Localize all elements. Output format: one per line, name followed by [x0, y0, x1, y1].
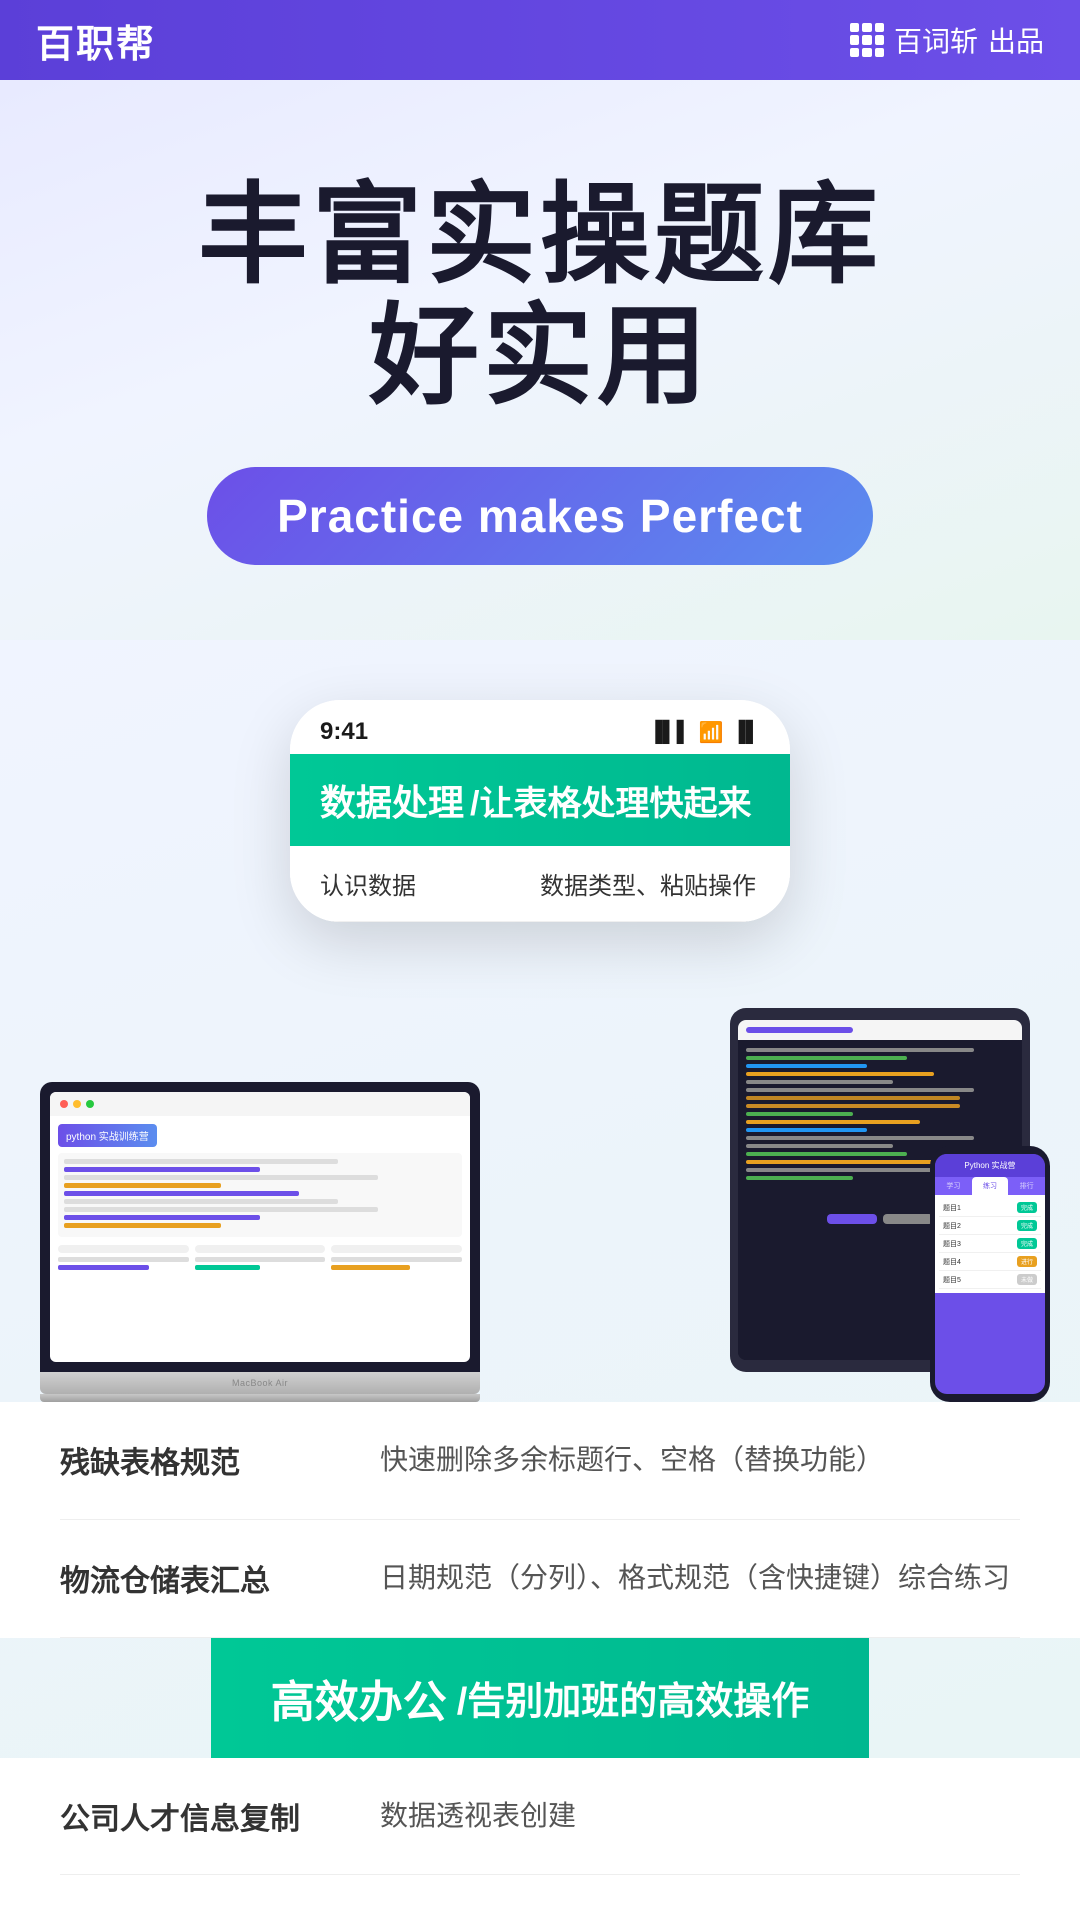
list-item: 题目1 完成	[939, 1199, 1041, 1217]
brand-grid-icon	[850, 23, 884, 57]
sp-row-label: 题目3	[943, 1239, 961, 1249]
sp-row-badge: 进行	[1017, 1256, 1037, 1267]
brand-suffix: 出品	[988, 20, 1044, 60]
small-phone-tabs: 学习 练习 排行	[935, 1177, 1045, 1195]
logo: 百职帮	[36, 13, 156, 68]
list-item: 题目5 未做	[939, 1271, 1041, 1289]
sp-tab-1[interactable]: 学习	[935, 1177, 972, 1195]
sp-row-label: 题目4	[943, 1257, 961, 1267]
sp-row-badge: 未做	[1017, 1274, 1037, 1285]
wifi-icon: 📶	[699, 720, 724, 745]
small-phone-mockup: Python 实战营 学习 练习 排行 题目1 完成 题目2 完成	[930, 1146, 1050, 1402]
hero-section: 丰富实操题库 好实用 Practice makes Perfect	[0, 80, 1080, 640]
laptop-base: MacBook Air	[40, 1372, 480, 1394]
phone-content: 数据处理 /让表格处理快起来 认识数据 数据类型、粘贴操作	[290, 754, 790, 922]
content-row-bottom: 公司人才信息复制 数据透视表创建	[60, 1758, 1020, 1876]
device-collage: python 实战训练营	[0, 882, 1080, 1402]
list-cell-left: 认识数据	[320, 866, 540, 901]
practice-badge: Practice makes Perfect	[207, 467, 873, 565]
data-processing-banner: 数据处理 /让表格处理快起来	[290, 754, 790, 846]
small-phone-header: Python 实战营	[935, 1154, 1045, 1177]
list-item: 认识数据 数据类型、粘贴操作	[290, 846, 790, 922]
sp-row-label: 题目2	[943, 1221, 961, 1231]
signal-icon: ▐▌▌	[648, 721, 691, 744]
list-item: 题目2 完成	[939, 1217, 1041, 1235]
laptop-screen: python 实战训练营	[40, 1082, 480, 1372]
sp-tab-2[interactable]: 练习	[972, 1177, 1009, 1195]
content-row-right: 数据透视表创建	[380, 1794, 1020, 1839]
laptop-mockup: python 实战训练营	[40, 1082, 480, 1402]
list-item: 题目4 进行	[939, 1253, 1041, 1271]
efficiency-banner: 高效办公 /告别加班的高效操作	[211, 1638, 870, 1758]
content-row-1: 残缺表格规范 快速删除多余标题行、空格（替换功能）	[60, 1402, 1020, 1520]
content-row-left: 物流仓储表汇总	[60, 1556, 340, 1601]
app-header: 百职帮 百词斩 出品	[0, 0, 1080, 80]
small-phone-frame: Python 实战营 学习 练习 排行 题目1 完成 题目2 完成	[930, 1146, 1050, 1402]
content-row-left: 残缺表格规范	[60, 1438, 340, 1483]
battery-icon: ▐▌	[732, 721, 760, 744]
list-cell-right: 数据类型、粘贴操作	[540, 866, 760, 901]
sp-row-label: 题目1	[943, 1203, 961, 1213]
sp-row-badge: 完成	[1017, 1238, 1037, 1249]
content-list: 残缺表格规范 快速删除多余标题行、空格（替换功能） 物流仓储表汇总 日期规范（分…	[0, 1402, 1080, 1638]
sp-tab-3[interactable]: 排行	[1008, 1177, 1045, 1195]
efficiency-label: 高效办公	[271, 1666, 447, 1730]
small-phone-screen: Python 实战营 学习 练习 排行 题目1 完成 题目2 完成	[935, 1154, 1045, 1394]
mac-max-dot	[86, 1100, 94, 1108]
device-section: 9:41 ▐▌▌ 📶 ▐▌ 数据处理 /让表格处理快起来 认识数据 数据类型、粘…	[0, 640, 1080, 1915]
sp-row-badge: 完成	[1017, 1220, 1037, 1231]
phone-mockup: 9:41 ▐▌▌ 📶 ▐▌ 数据处理 /让表格处理快起来 认识数据 数据类型、粘…	[290, 700, 790, 922]
tablet-screen-top	[738, 1020, 1022, 1040]
laptop-bottom	[40, 1394, 480, 1402]
mac-min-dot	[73, 1100, 81, 1108]
laptop-screen-header	[50, 1092, 470, 1116]
bottom-list: 公司人才信息复制 数据透视表创建	[0, 1758, 1080, 1916]
content-row-left: 公司人才信息复制	[60, 1794, 340, 1839]
data-processing-label: 数据处理	[320, 774, 464, 826]
phone-time: 9:41	[320, 718, 368, 746]
laptop-label: MacBook Air	[232, 1378, 288, 1388]
brand: 百词斩 出品	[850, 20, 1044, 60]
laptop-python-label: python 实战训练营	[58, 1124, 157, 1147]
phone-list: 认识数据 数据类型、粘贴操作	[290, 846, 790, 922]
mac-close-dot	[60, 1100, 68, 1108]
laptop-code-block	[58, 1153, 462, 1237]
small-phone-list: 题目1 完成 题目2 完成 题目3 完成 题目4	[935, 1195, 1045, 1293]
laptop-screen-inner: python 实战训练营	[50, 1092, 470, 1362]
content-row-2: 物流仓储表汇总 日期规范（分列）、格式规范（含快捷键）综合练习	[60, 1520, 1020, 1638]
data-processing-subtitle: /让表格处理快起来	[470, 776, 751, 825]
content-row-right: 快速删除多余标题行、空格（替换功能）	[380, 1438, 1020, 1483]
phone-status-icons: ▐▌▌ 📶 ▐▌	[648, 720, 760, 745]
sp-row-badge: 完成	[1017, 1202, 1037, 1213]
hero-title: 丰富实操题库 好实用	[198, 175, 882, 417]
content-row-right: 日期规范（分列）、格式规范（含快捷键）综合练习	[380, 1556, 1020, 1601]
efficiency-subtitle: /告别加班的高效操作	[457, 1670, 810, 1725]
phone-status-bar: 9:41 ▐▌▌ 📶 ▐▌	[290, 700, 790, 754]
sp-row-label: 题目5	[943, 1275, 961, 1285]
laptop-screen-content: python 实战训练营	[50, 1116, 470, 1278]
brand-name: 百词斩	[894, 20, 978, 60]
list-item: 题目3 完成	[939, 1235, 1041, 1253]
